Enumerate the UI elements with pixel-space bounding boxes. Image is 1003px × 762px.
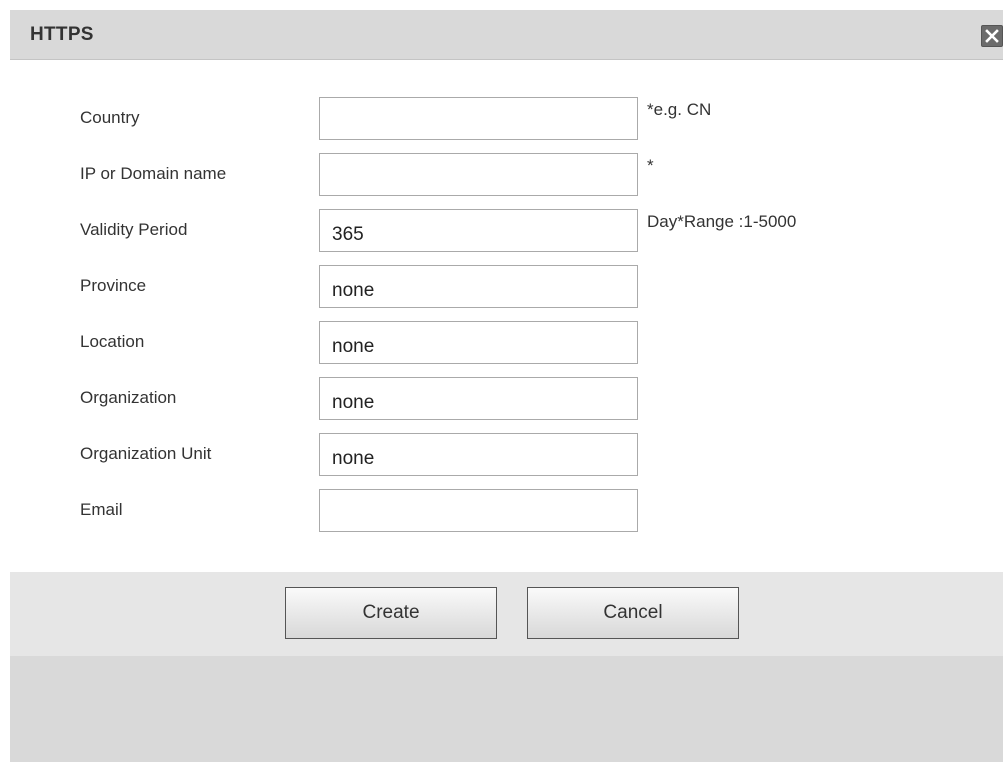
ip-domain-input[interactable] [319,153,638,196]
form-row-validity-period: Validity Period Day*Range :1-5000 [10,209,1003,253]
form-row-country: Country *e.g. CN [10,97,1003,141]
close-button[interactable] [981,25,1003,47]
country-label: Country [80,108,140,127]
ip-domain-hint: * [647,156,654,175]
country-input[interactable] [319,97,638,140]
dialog-title: HTTPS [30,24,94,45]
location-label: Location [80,332,145,351]
organization-unit-input[interactable] [319,433,638,476]
organization-label: Organization [80,388,177,407]
form-row-ip-domain: IP or Domain name * [10,153,1003,197]
create-button[interactable]: Create [285,587,497,639]
validity-period-label: Validity Period [80,220,188,239]
location-input[interactable] [319,321,638,364]
https-dialog: HTTPS Country *e.g. CN IP or Domain name… [10,10,1003,762]
email-input[interactable] [319,489,638,532]
country-hint: *e.g. CN [647,100,712,119]
cancel-button[interactable]: Cancel [527,587,739,639]
ip-domain-label: IP or Domain name [80,164,227,183]
email-label: Email [80,500,123,519]
close-icon [985,29,999,43]
form-row-email: Email [10,489,1003,533]
organization-unit-label: Organization Unit [80,444,212,463]
dialog-title-bar: HTTPS [10,10,1003,60]
province-label: Province [80,276,147,295]
organization-input[interactable] [319,377,638,420]
form-row-organization: Organization [10,377,1003,421]
dialog-footer [10,656,1003,762]
validity-period-hint: Day*Range :1-5000 [647,212,797,231]
form-row-province: Province [10,265,1003,309]
province-input[interactable] [319,265,638,308]
dialog-button-bar: Create Cancel [10,572,1003,656]
validity-period-input[interactable] [319,209,638,252]
form-row-organization-unit: Organization Unit [10,433,1003,477]
certificate-form: Country *e.g. CN IP or Domain name * Val… [10,60,1003,572]
form-row-location: Location [10,321,1003,365]
